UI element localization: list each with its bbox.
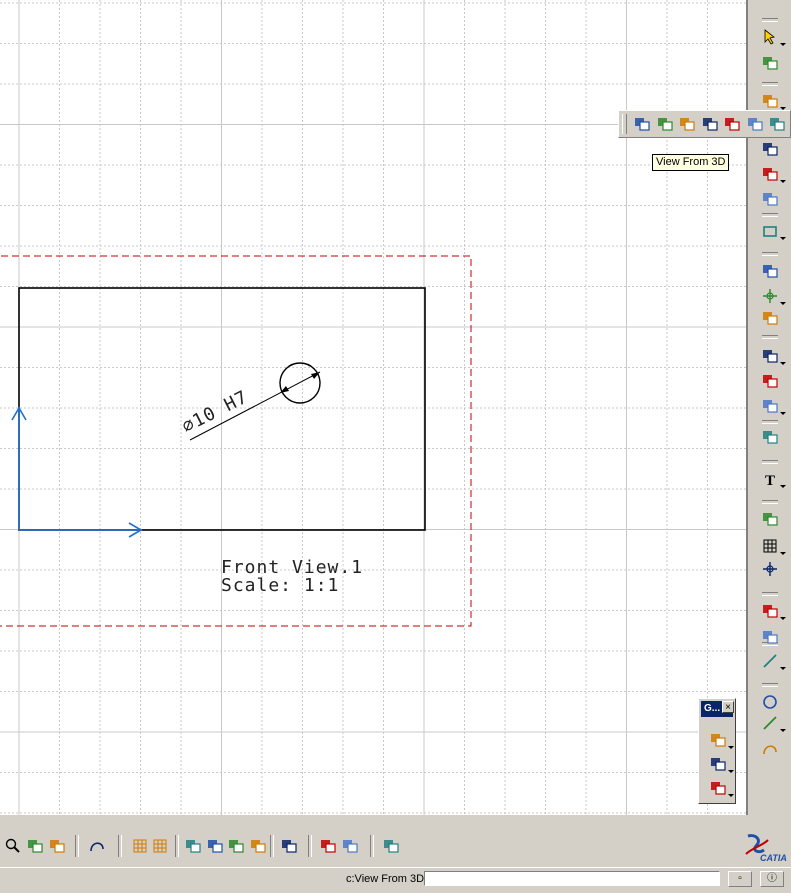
dimension-tolerance-icon[interactable]	[760, 347, 786, 365]
geometry-toolbar-panel[interactable]: G... ×	[698, 698, 736, 804]
command-stop-button[interactable]: ⓘ	[760, 871, 784, 887]
toolbar-separator	[270, 835, 274, 857]
line-icon[interactable]	[760, 652, 786, 670]
rectangle-icon[interactable]	[760, 222, 786, 240]
fit-icon[interactable]	[25, 836, 45, 856]
positioning-icon[interactable]	[760, 287, 786, 305]
status-bar: c:View From 3D ▫ ⓘ	[0, 867, 791, 893]
layer-icon[interactable]	[381, 836, 401, 856]
dimension-chain-icon[interactable]	[760, 309, 780, 327]
toolbar-separator	[308, 835, 312, 857]
snap-icon[interactable]	[150, 836, 170, 856]
aux-view-icon[interactable]	[678, 115, 696, 133]
isometric-view-icon[interactable]	[701, 115, 719, 133]
front-view-icon[interactable]	[633, 115, 651, 133]
view-filter-icon[interactable]	[205, 836, 225, 856]
advanced-front-view-icon[interactable]	[723, 115, 741, 133]
sheet-icon[interactable]	[760, 190, 780, 208]
toolbar-separator	[762, 82, 778, 86]
view-scale-label[interactable]: Scale: 1:1	[221, 577, 339, 595]
close-button[interactable]: ×	[722, 701, 734, 713]
table-icon[interactable]	[760, 537, 786, 555]
toolbar-separator	[762, 592, 778, 596]
annotation-icon[interactable]	[760, 165, 786, 183]
spline-icon[interactable]	[760, 714, 786, 732]
dimension-label[interactable]: ∅10 H7	[179, 386, 252, 437]
catia-logo-icon: CATIA	[745, 834, 787, 863]
point-icon[interactable]	[760, 560, 780, 578]
toolbar-separator	[762, 252, 778, 256]
dimension-update-icon[interactable]	[248, 836, 268, 856]
roughness-icon[interactable]	[760, 510, 780, 528]
views-floating-toolbar[interactable]	[618, 110, 791, 138]
frame-icon[interactable]	[279, 836, 299, 856]
trim-icon[interactable]	[760, 602, 786, 620]
toolbar-separator	[762, 683, 778, 687]
toolbar-separator	[762, 335, 778, 339]
move-icon[interactable]	[318, 836, 338, 856]
toolbar-separator	[762, 420, 778, 424]
svg-text:T: T	[765, 473, 775, 488]
arc-icon[interactable]	[760, 740, 780, 758]
view-from-3d-icon[interactable]	[746, 115, 764, 133]
bottom-toolbar	[0, 815, 750, 867]
toolbar-separator	[175, 835, 179, 857]
toolbar-separator	[75, 835, 79, 857]
toolbar-separator	[762, 213, 778, 217]
mirror-icon[interactable]	[708, 755, 734, 773]
command-options-button[interactable]: ▫	[728, 871, 752, 887]
toolbar-separator	[370, 835, 374, 857]
analysis-icon[interactable]	[183, 836, 203, 856]
toolbar-separator	[762, 500, 778, 504]
toolbar-separator	[762, 460, 778, 464]
corner-icon[interactable]	[708, 731, 734, 749]
views-icon[interactable]	[760, 92, 786, 110]
tooltip: View From 3D	[652, 154, 730, 171]
toolbar-separator	[118, 835, 122, 857]
grid-icon[interactable]	[130, 836, 150, 856]
corner-icon[interactable]	[760, 628, 780, 646]
toolbar-grip[interactable]	[622, 114, 627, 134]
svg-text:CATIA: CATIA	[760, 853, 787, 863]
zoom-icon[interactable]	[3, 836, 23, 856]
status-text: c:View From 3D	[346, 873, 425, 885]
command-input[interactable]	[424, 871, 720, 886]
pan-icon[interactable]	[47, 836, 67, 856]
projection-view-icon[interactable]	[656, 115, 674, 133]
update-icon[interactable]	[760, 54, 780, 72]
catalog-icon[interactable]	[340, 836, 360, 856]
circle-icon[interactable]	[760, 693, 780, 711]
text-icon[interactable]: T	[760, 470, 786, 488]
balloon-icon[interactable]	[760, 397, 786, 415]
unfolded-view-icon[interactable]	[768, 115, 786, 133]
axis-icon[interactable]	[760, 428, 780, 446]
generate-icon[interactable]	[226, 836, 246, 856]
rotate-icon[interactable]	[87, 836, 107, 856]
select-arrow-icon[interactable]	[760, 28, 786, 46]
dimension-angle-icon[interactable]	[760, 372, 780, 390]
toolbar-separator	[762, 18, 778, 22]
offset-icon[interactable]	[708, 779, 734, 797]
pattern-icon[interactable]	[760, 262, 780, 280]
dimension-icon[interactable]	[760, 140, 780, 158]
